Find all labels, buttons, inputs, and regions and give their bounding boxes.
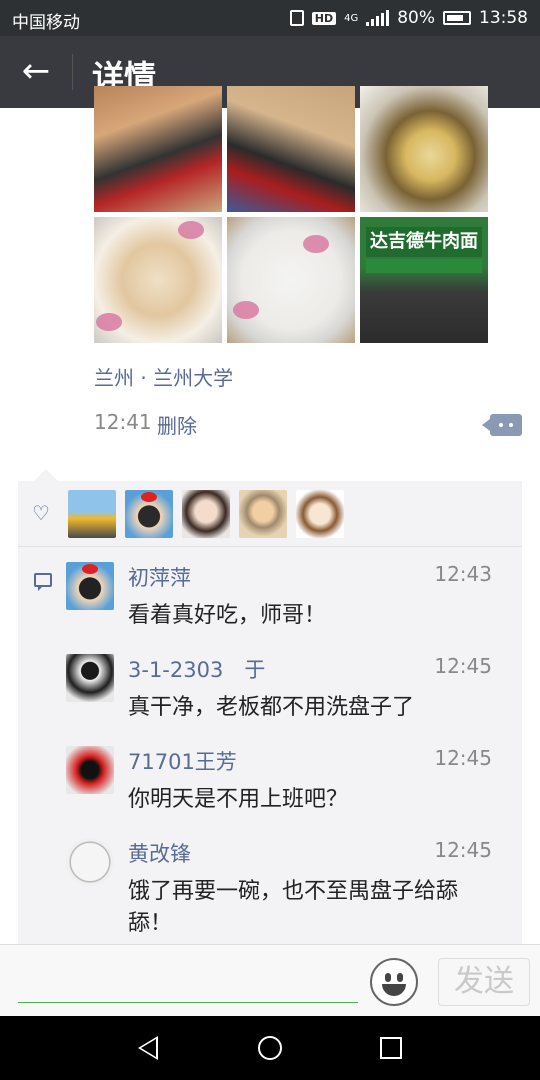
avatar[interactable]: [296, 490, 344, 538]
title-divider: [72, 54, 73, 90]
comment-author[interactable]: 黄改锋: [128, 838, 191, 868]
status-bar: 中国移动 HD 4G 80% 13:58: [0, 0, 540, 36]
nav-recents-icon[interactable]: [380, 1037, 402, 1059]
more-actions-button[interactable]: [482, 414, 522, 436]
carrier-label: 中国移动: [12, 13, 80, 33]
photo-grid: 达吉德牛肉面: [94, 86, 490, 344]
vibrate-icon: [289, 10, 304, 26]
hd-badge: HD: [311, 11, 337, 25]
clock: 13:58: [479, 8, 528, 28]
comment-time: 12:45: [434, 746, 492, 770]
photo-noodles[interactable]: [360, 86, 488, 212]
flower-decoration: [303, 235, 329, 253]
comment-input-bar: 发送: [0, 944, 540, 1016]
network-type: 4G: [344, 12, 359, 24]
likes-comments-panel: ♡ 初萍萍 12:43 看着真好吃，师哥！ 3-1-2303 于 12:45 真…: [18, 481, 522, 944]
photo-eating-2[interactable]: [227, 86, 355, 212]
avatar[interactable]: [66, 838, 114, 886]
photo-eating-1[interactable]: [94, 86, 222, 212]
panel-pointer: [34, 469, 58, 481]
battery-percent: 80%: [397, 8, 435, 28]
send-button[interactable]: 发送: [438, 958, 530, 1006]
status-icons: HD 4G 80% 13:58: [289, 8, 528, 28]
photo-storefront[interactable]: 达吉德牛肉面: [360, 217, 488, 343]
nav-home-icon[interactable]: [258, 1036, 282, 1060]
delete-link[interactable]: 删除: [157, 410, 197, 439]
avatar[interactable]: [66, 654, 114, 702]
avatar[interactable]: [66, 562, 114, 610]
comment-author[interactable]: 71701王芳: [128, 746, 237, 776]
battery-icon: [443, 11, 471, 25]
emoji-mouth: [382, 984, 406, 996]
signal-icon: [366, 10, 390, 26]
comment-text: 你明天是不用上班吧？: [128, 787, 349, 812]
flower-decoration: [96, 313, 122, 331]
heart-icon: ♡: [32, 501, 50, 525]
comment-text: 饿了再要一碗，也不至禺盘子给舔舔！: [128, 879, 459, 936]
comment-icon: [34, 573, 52, 591]
dot-icon: [499, 423, 503, 427]
comment-time: 12:45: [434, 838, 492, 862]
avatar[interactable]: [182, 490, 230, 538]
likes-row: ♡: [18, 481, 522, 547]
comment-text: 真干净，老板都不用洗盘子了: [128, 695, 415, 720]
avatar[interactable]: [125, 490, 173, 538]
post-time: 12:41: [94, 410, 152, 434]
photo-empty-plate-1[interactable]: [94, 217, 222, 343]
flower-decoration: [233, 301, 259, 319]
avatar[interactable]: [239, 490, 287, 538]
system-nav-bar: [0, 1016, 540, 1080]
comment-author[interactable]: 初萍萍: [128, 562, 191, 592]
comment-text: 看着真好吃，师哥！: [128, 603, 327, 628]
back-arrow-icon[interactable]: ←: [18, 54, 54, 90]
comment-author[interactable]: 3-1-2303 于: [128, 654, 265, 684]
avatar[interactable]: [66, 746, 114, 794]
emoji-eye: [385, 973, 391, 982]
photo-empty-plate-2[interactable]: [227, 217, 355, 343]
store-sign: 达吉德牛肉面: [366, 227, 482, 257]
comment-time: 12:45: [434, 654, 492, 678]
emoji-icon[interactable]: [370, 958, 418, 1006]
comment-time: 12:43: [434, 562, 492, 586]
emoji-eye: [397, 973, 403, 982]
flower-decoration: [178, 221, 204, 239]
dot-icon: [509, 423, 513, 427]
nav-back-icon[interactable]: [138, 1036, 158, 1060]
comment-input[interactable]: [18, 959, 358, 1003]
post-location[interactable]: 兰州 · 兰州大学: [94, 362, 233, 391]
store-sign-sub: [366, 259, 482, 273]
avatar[interactable]: [68, 490, 116, 538]
